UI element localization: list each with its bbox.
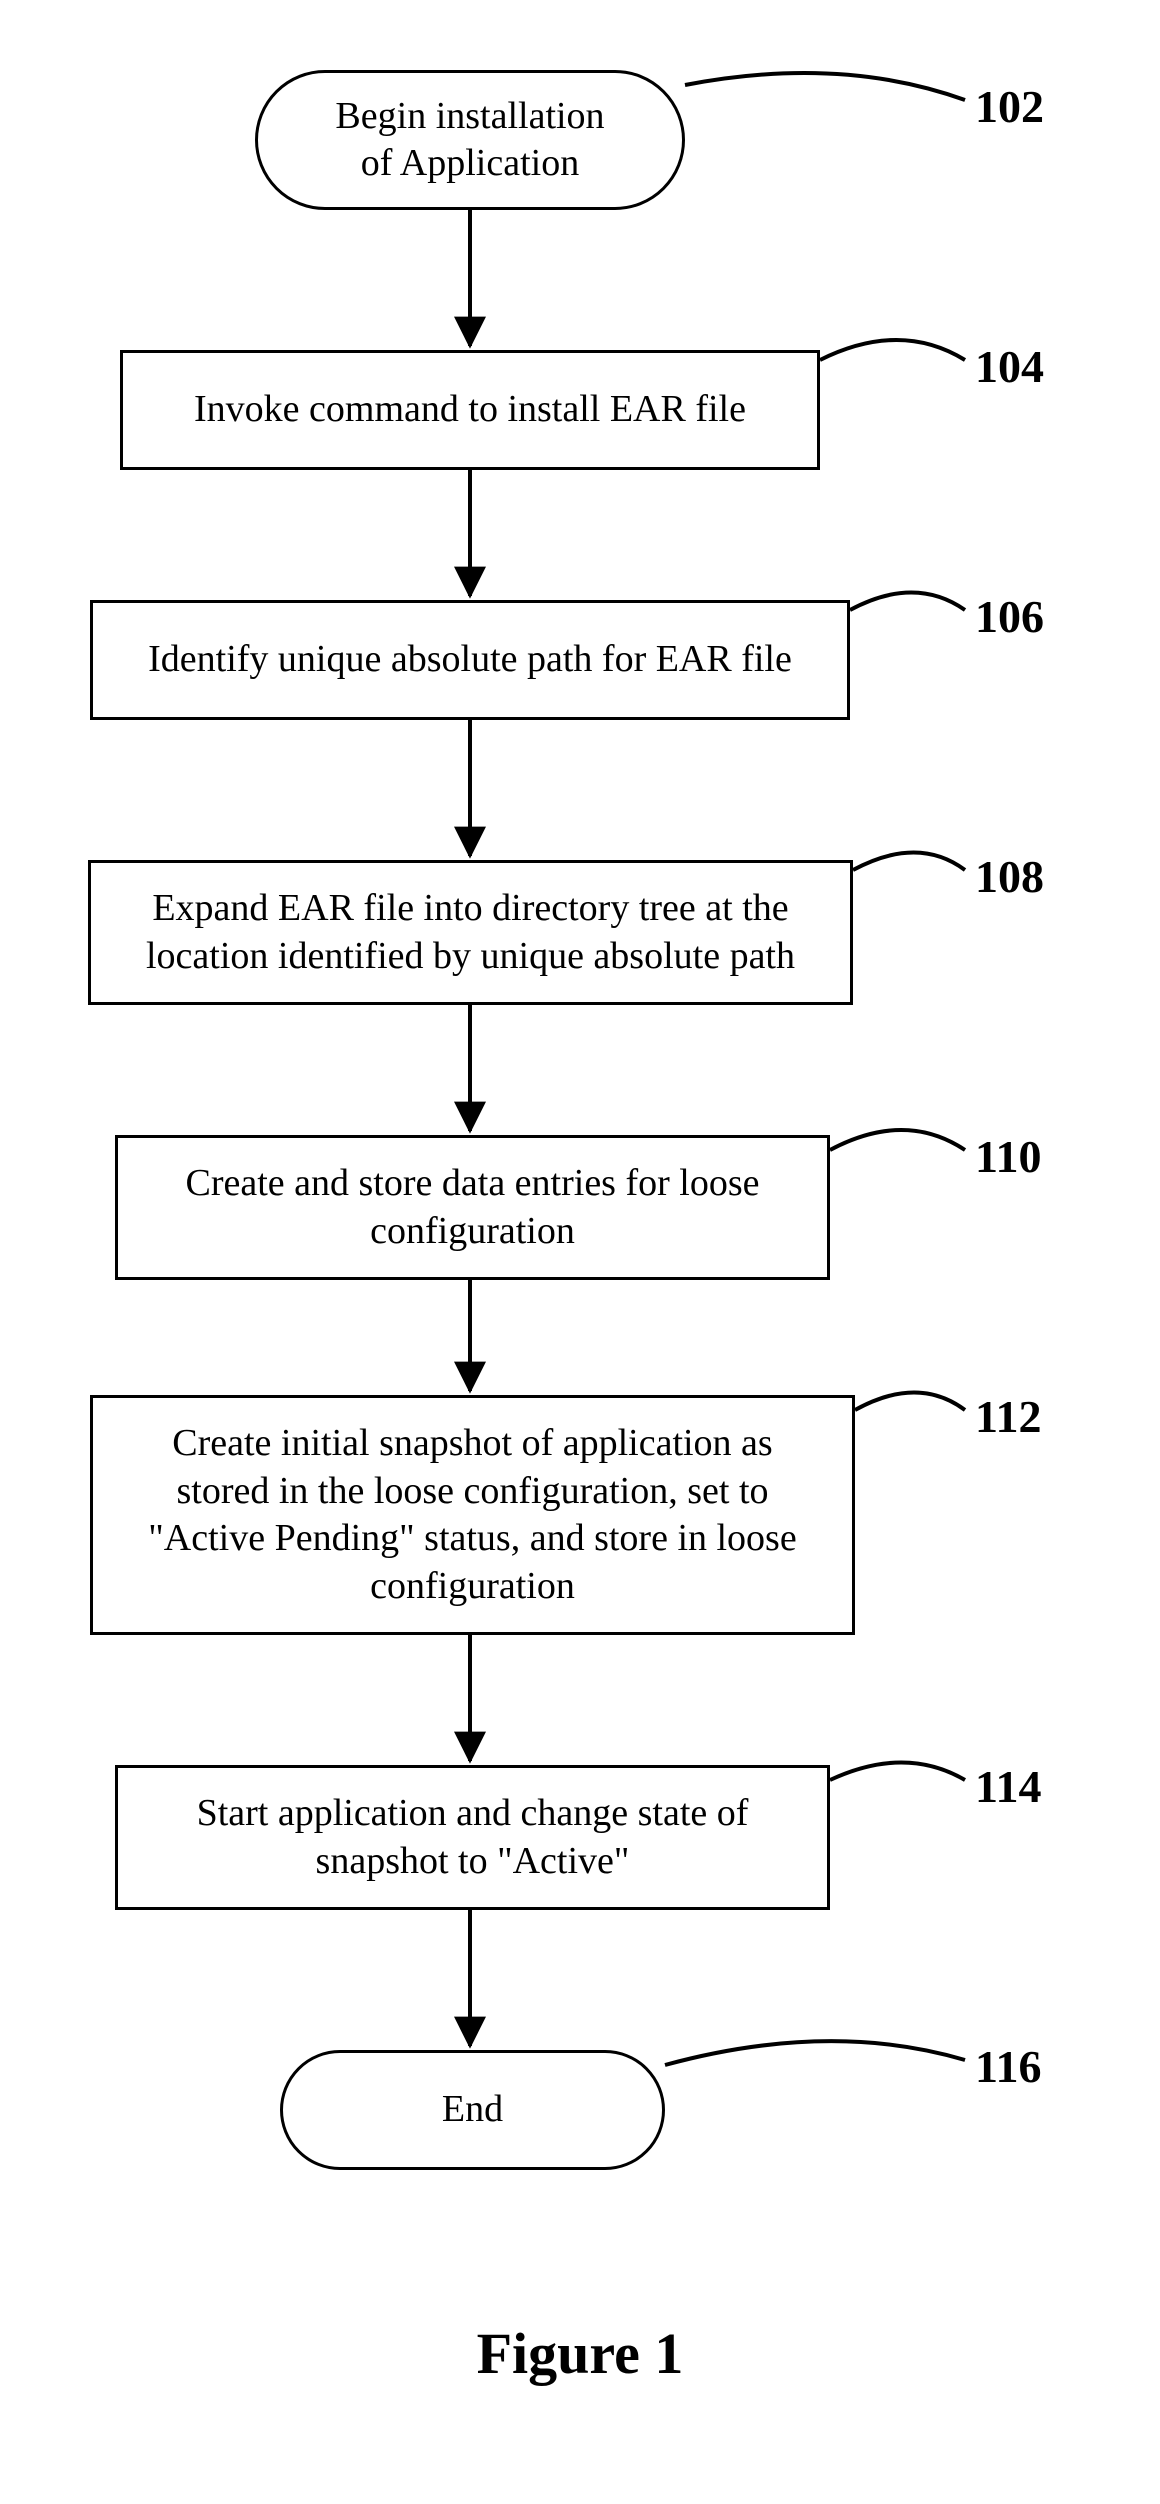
flow-node-108: Expand EAR file into directory tree at t…	[88, 860, 853, 1005]
node-text: End	[442, 2086, 503, 2134]
node-text: Expand EAR file into directory tree at t…	[146, 885, 795, 980]
ref-label-108: 108	[975, 850, 1044, 903]
flow-node-110: Create and store data entries for loosec…	[115, 1135, 830, 1280]
flow-node-114: Start application and change state ofsna…	[115, 1765, 830, 1910]
flow-node-end: End	[280, 2050, 665, 2170]
ref-label-116: 116	[975, 2040, 1041, 2093]
flow-node-112: Create initial snapshot of application a…	[90, 1395, 855, 1635]
flow-node-104: Invoke command to install EAR file	[120, 350, 820, 470]
node-text: Begin installationof Application	[335, 93, 604, 188]
ref-label-110: 110	[975, 1130, 1041, 1183]
flowchart-canvas: Begin installationof Application Invoke …	[0, 0, 1160, 2504]
node-text: Start application and change state ofsna…	[197, 1790, 749, 1885]
flow-node-start: Begin installationof Application	[255, 70, 685, 210]
ref-label-112: 112	[975, 1390, 1041, 1443]
ref-label-114: 114	[975, 1760, 1041, 1813]
ref-label-102: 102	[975, 80, 1044, 133]
figure-caption: Figure 1	[0, 2320, 1160, 2387]
ref-label-104: 104	[975, 340, 1044, 393]
node-text: Identify unique absolute path for EAR fi…	[148, 636, 792, 684]
node-text: Create and store data entries for loosec…	[186, 1160, 760, 1255]
node-text: Invoke command to install EAR file	[194, 386, 746, 434]
node-text: Create initial snapshot of application a…	[148, 1420, 796, 1610]
ref-label-106: 106	[975, 590, 1044, 643]
flow-node-106: Identify unique absolute path for EAR fi…	[90, 600, 850, 720]
